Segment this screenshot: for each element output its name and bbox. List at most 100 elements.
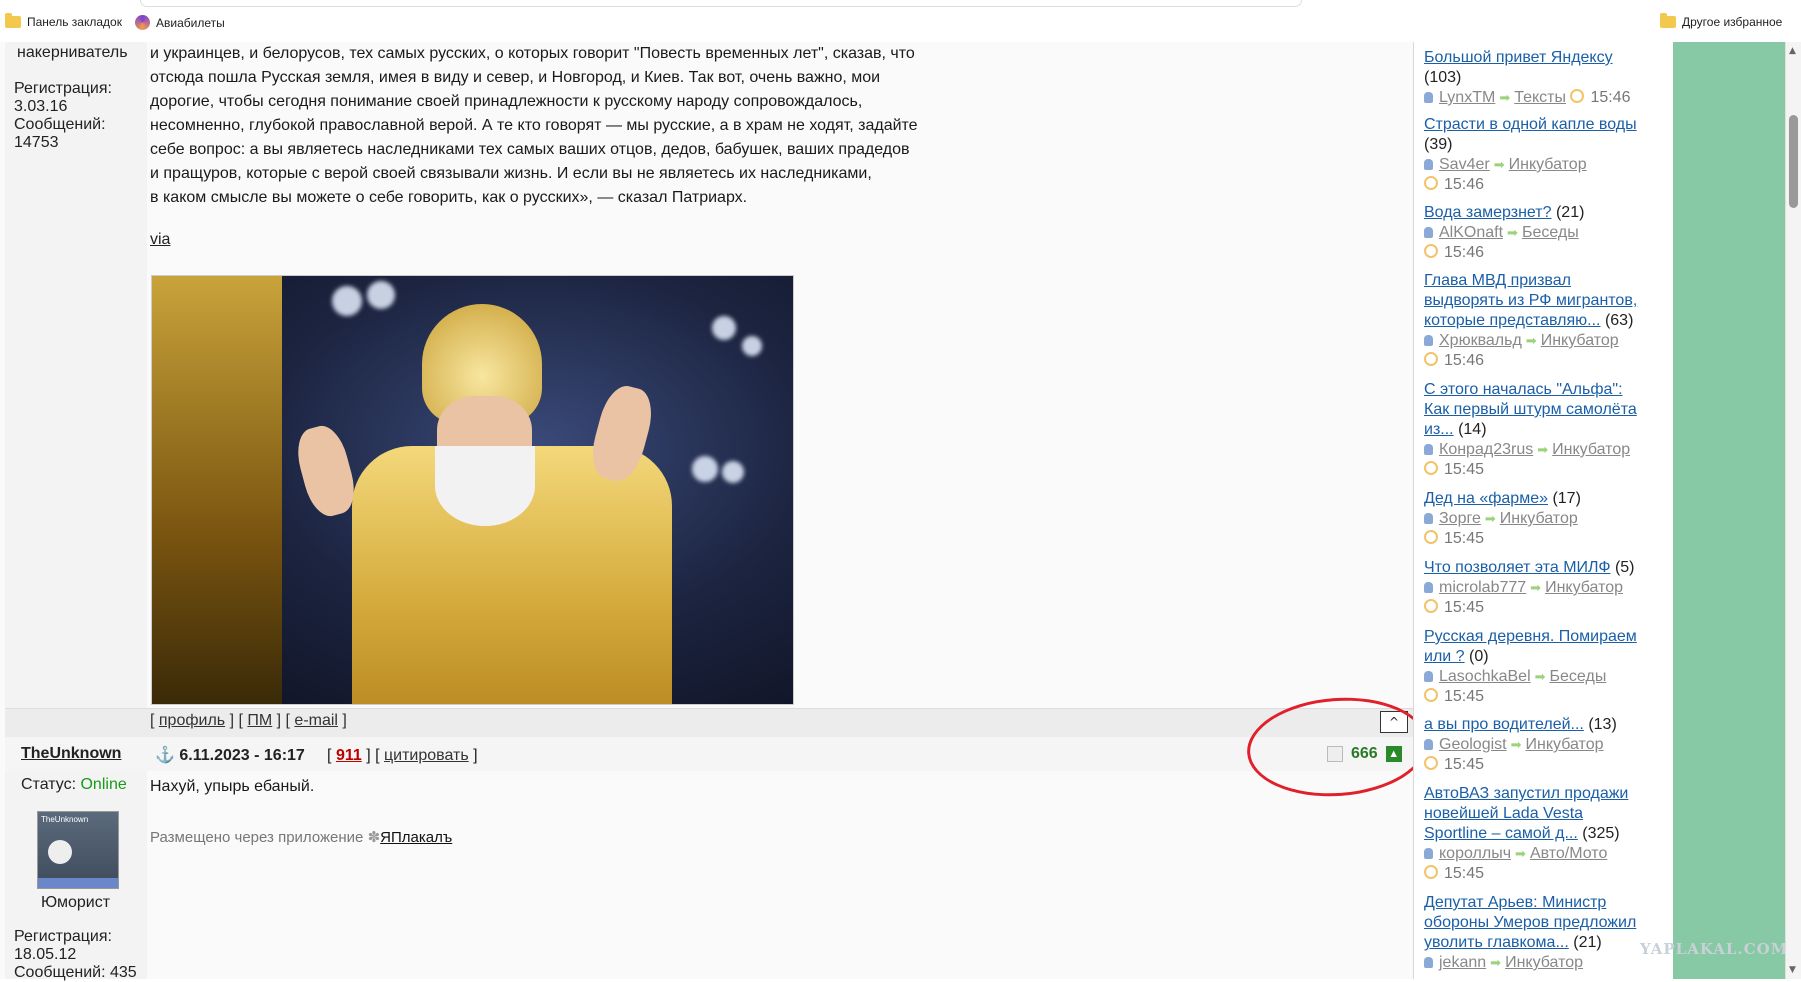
- arrow-icon: ➡: [1534, 669, 1546, 684]
- topic-count: (103): [1424, 69, 1462, 86]
- paragraph-line: себе вопрос: а вы являетесь наследниками…: [150, 141, 910, 158]
- profile-link[interactable]: профиль: [159, 712, 225, 729]
- bookmark-folder-panel[interactable]: Панель закладок: [5, 13, 122, 29]
- anchor-icon[interactable]: ⚓: [155, 747, 175, 764]
- scroll-up-icon[interactable]: ▲: [1789, 46, 1796, 56]
- raised-hand: [291, 421, 361, 521]
- topic-user[interactable]: jekann: [1439, 954, 1486, 971]
- topic-count: (0): [1469, 648, 1489, 665]
- topic-item: Дед на «фарме» (17) Зорге ➡ Инкубатор 15:4…: [1424, 489, 1669, 549]
- topic-title[interactable]: или ?: [1424, 648, 1465, 665]
- aviabilety-icon: [135, 15, 150, 30]
- topic-title[interactable]: С этого началась "Альфа":: [1424, 381, 1623, 398]
- topic-title[interactable]: Дед на «фарме»: [1424, 490, 1548, 507]
- topic-title[interactable]: Русская деревня. Помираем: [1424, 628, 1637, 645]
- author-name[interactable]: накерниватель: [17, 44, 128, 62]
- topic-user[interactable]: LasochkaBel: [1439, 668, 1531, 685]
- topic-title[interactable]: выдворять из РФ мигрантов,: [1424, 292, 1637, 309]
- post-author-panel: накерниватель Регистрация: 3.03.16 Сообщ…: [5, 42, 147, 708]
- topic-item: Депутат Арьев: Министр обороны Умеров пр…: [1424, 893, 1669, 973]
- bookmark-folder-other[interactable]: Другое избранное: [1660, 13, 1782, 29]
- clock-icon: [1570, 89, 1585, 103]
- topic-title[interactable]: уволить главкома...: [1424, 934, 1569, 951]
- topic-count: (14): [1458, 421, 1487, 438]
- topic-count: (63): [1604, 312, 1634, 329]
- topic-category[interactable]: Инкубатор: [1505, 954, 1583, 971]
- topic-category[interactable]: Авто/Мото: [1530, 845, 1607, 862]
- pm-link[interactable]: ПМ: [247, 712, 272, 729]
- topic-title[interactable]: а вы про водителей...: [1424, 716, 1584, 733]
- topic-title[interactable]: Вода замерзнет?: [1424, 204, 1552, 221]
- topic-user[interactable]: Хрюквальд: [1439, 332, 1522, 349]
- author-name[interactable]: TheUnknown: [21, 745, 121, 763]
- bokeh-light: [332, 286, 362, 316]
- bookmark-aviabilety[interactable]: Авиабилеты: [135, 15, 225, 30]
- paragraph-line: в каком смысле вы можете о себе говорить…: [150, 189, 748, 206]
- clock-icon: [1424, 176, 1438, 190]
- topic-user[interactable]: Конрад23rus: [1439, 441, 1533, 458]
- scrollbar[interactable]: ▲ ▼: [1785, 42, 1801, 979]
- topic-user[interactable]: короллыч: [1439, 845, 1511, 862]
- topic-title[interactable]: Что позволяет эта МИЛФ: [1424, 559, 1611, 576]
- bokeh-light: [367, 281, 395, 309]
- avatar-text: TheUnknown: [41, 815, 89, 824]
- topic-user[interactable]: Sav4er: [1439, 156, 1490, 173]
- topic-count: (5): [1614, 559, 1635, 576]
- topic-title[interactable]: Депутат Арьев: Министр: [1424, 894, 1606, 911]
- topic-title[interactable]: Глава МВД призвал: [1424, 272, 1571, 289]
- topic-category[interactable]: Беседы: [1550, 668, 1607, 685]
- topic-title[interactable]: новейшей Lada Vesta: [1424, 805, 1583, 822]
- topic-title[interactable]: Как первый штурм самолёта: [1424, 401, 1637, 418]
- via-link[interactable]: via: [150, 228, 170, 252]
- topic-category[interactable]: Инкубатор: [1509, 156, 1587, 173]
- topic-user[interactable]: Geologist: [1439, 736, 1507, 753]
- quote-link[interactable]: цитировать: [384, 747, 469, 764]
- app-link[interactable]: ЯПлакалъ: [380, 829, 452, 846]
- bokeh-light: [692, 456, 718, 482]
- reg-date: 18.05.12: [14, 946, 77, 963]
- topic-category[interactable]: Беседы: [1522, 224, 1579, 241]
- bookmark-label: Авиабилеты: [156, 15, 225, 30]
- topic-title[interactable]: Страсти в одной капле воды: [1424, 116, 1637, 133]
- topic-item: Что позволяет эта МИЛФ (5) microlab777 ➡ И…: [1424, 558, 1669, 618]
- topic-title[interactable]: АвтоВАЗ запустил продажи: [1424, 785, 1628, 802]
- messages-count: 14753: [14, 134, 59, 151]
- topic-user[interactable]: Зорге: [1439, 510, 1481, 527]
- status-online: Online: [80, 776, 127, 793]
- topic-user[interactable]: microlab777: [1439, 579, 1526, 596]
- topic-title[interactable]: которые представляю...: [1424, 312, 1600, 329]
- avatar[interactable]: TheUnknown: [37, 811, 119, 889]
- topic-time: 15:45: [1444, 599, 1485, 616]
- paragraph-line: и пращуров, которые с верой своей связыв…: [150, 165, 872, 182]
- topic-item: Страсти в одной капле воды (39) Sav4er ➡ И…: [1424, 115, 1669, 195]
- messages-count: Сообщений: 435: [14, 964, 137, 981]
- clock-icon: [1424, 244, 1438, 258]
- topic-title[interactable]: из...: [1424, 421, 1454, 438]
- posted-via: Размещено через приложение ✽ЯПлакалъ: [150, 828, 452, 846]
- scrollbar-thumb[interactable]: [1789, 115, 1798, 208]
- topic-time: 15:45: [1444, 865, 1485, 882]
- topic-count: (39): [1424, 136, 1453, 153]
- topic-category[interactable]: Инкубатор: [1526, 736, 1604, 753]
- arrow-icon: ➡: [1537, 442, 1549, 457]
- post-body: и украинцев, и белорусов, тех самых русс…: [150, 42, 1400, 210]
- post-number[interactable]: 911: [336, 747, 362, 764]
- topic-user[interactable]: LynxTM: [1439, 89, 1495, 106]
- arrow-icon: ➡: [1525, 333, 1537, 348]
- topic-category[interactable]: Инкубатор: [1500, 510, 1578, 527]
- topic-title[interactable]: Sportline – самой д...: [1424, 825, 1578, 842]
- post-links: [ профиль ] [ ПМ ] [ e-mail ]: [150, 712, 347, 729]
- topic-category[interactable]: Тексты: [1514, 89, 1566, 106]
- topic-category[interactable]: Инкубатор: [1541, 332, 1619, 349]
- topic-title[interactable]: обороны Умеров предложил: [1424, 914, 1636, 931]
- topic-category[interactable]: Инкубатор: [1545, 579, 1623, 596]
- topic-title[interactable]: Большой привет Яндексу: [1424, 49, 1613, 66]
- patriarch-photo[interactable]: [151, 275, 794, 705]
- scroll-down-icon[interactable]: ▼: [1789, 965, 1796, 975]
- topic-user[interactable]: AlKOnaft: [1439, 224, 1503, 241]
- email-link[interactable]: e-mail: [294, 712, 338, 729]
- topic-time: 15:45: [1444, 530, 1485, 547]
- topic-category[interactable]: Инкубатор: [1552, 441, 1630, 458]
- reg-label: Регистрация:: [14, 80, 112, 97]
- post-header: TheUnknown ⚓ 6.11.2023 - 16:17 [ 911 ] […: [5, 737, 1413, 771]
